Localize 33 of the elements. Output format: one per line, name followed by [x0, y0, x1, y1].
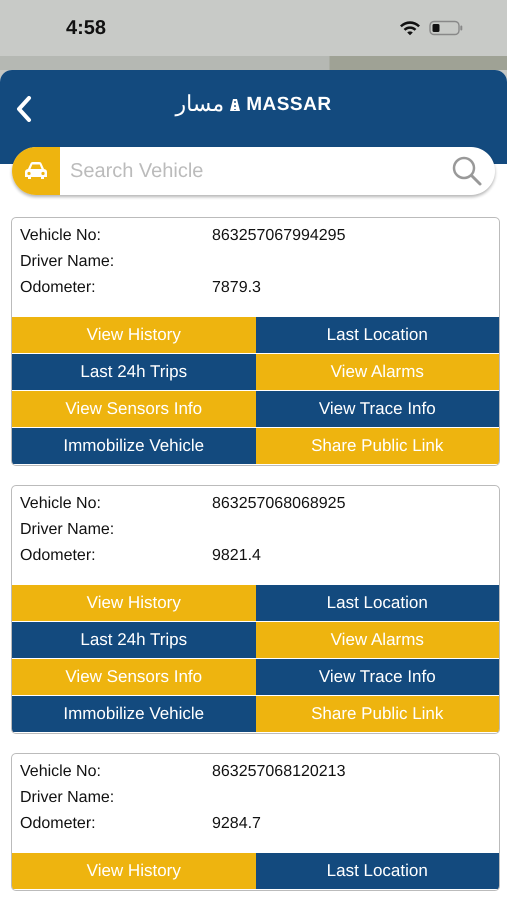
car-icon	[23, 161, 49, 181]
field-label: Odometer:	[20, 815, 97, 834]
action-button[interactable]: Last 24h Trips	[12, 354, 256, 390]
action-button[interactable]: Last 24h Trips	[12, 622, 256, 658]
field-value: 9284.7	[212, 815, 261, 834]
search-icon[interactable]	[451, 155, 483, 187]
back-button[interactable]	[14, 94, 34, 124]
field-value: 7879.3	[212, 279, 261, 298]
field-label: Driver Name:	[20, 789, 116, 808]
field-label: Odometer:	[20, 279, 97, 298]
chevron-left-icon	[16, 96, 32, 122]
action-button[interactable]: Immobilize Vehicle	[12, 428, 256, 464]
field-value: 9821.4	[212, 547, 261, 566]
field-value: 863257068068925	[212, 495, 346, 514]
field-label: Vehicle No:	[20, 495, 102, 514]
action-button[interactable]: Last Location	[256, 317, 499, 353]
field-label: Vehicle No:	[20, 763, 102, 782]
action-button[interactable]: View Trace Info	[256, 659, 499, 695]
action-button[interactable]: Immobilize Vehicle	[12, 696, 256, 732]
action-button[interactable]: View Trace Info	[256, 391, 499, 427]
field-value: 863257068120213	[212, 763, 346, 782]
action-button[interactable]: Last Location	[256, 585, 499, 621]
field-label: Odometer:	[20, 547, 97, 566]
battery-icon	[429, 20, 463, 36]
logo-text: MASSAR	[246, 94, 332, 116]
field-label: Vehicle No:	[20, 227, 102, 246]
action-button[interactable]: Last Location	[256, 853, 499, 889]
logo-arabic-text: مسار	[175, 92, 224, 117]
field-label: Driver Name:	[20, 253, 116, 272]
field-value: 863257067994295	[212, 227, 346, 246]
field-label: Driver Name:	[20, 521, 116, 540]
wifi-icon	[399, 20, 421, 36]
status-time: 4:58	[66, 16, 106, 40]
